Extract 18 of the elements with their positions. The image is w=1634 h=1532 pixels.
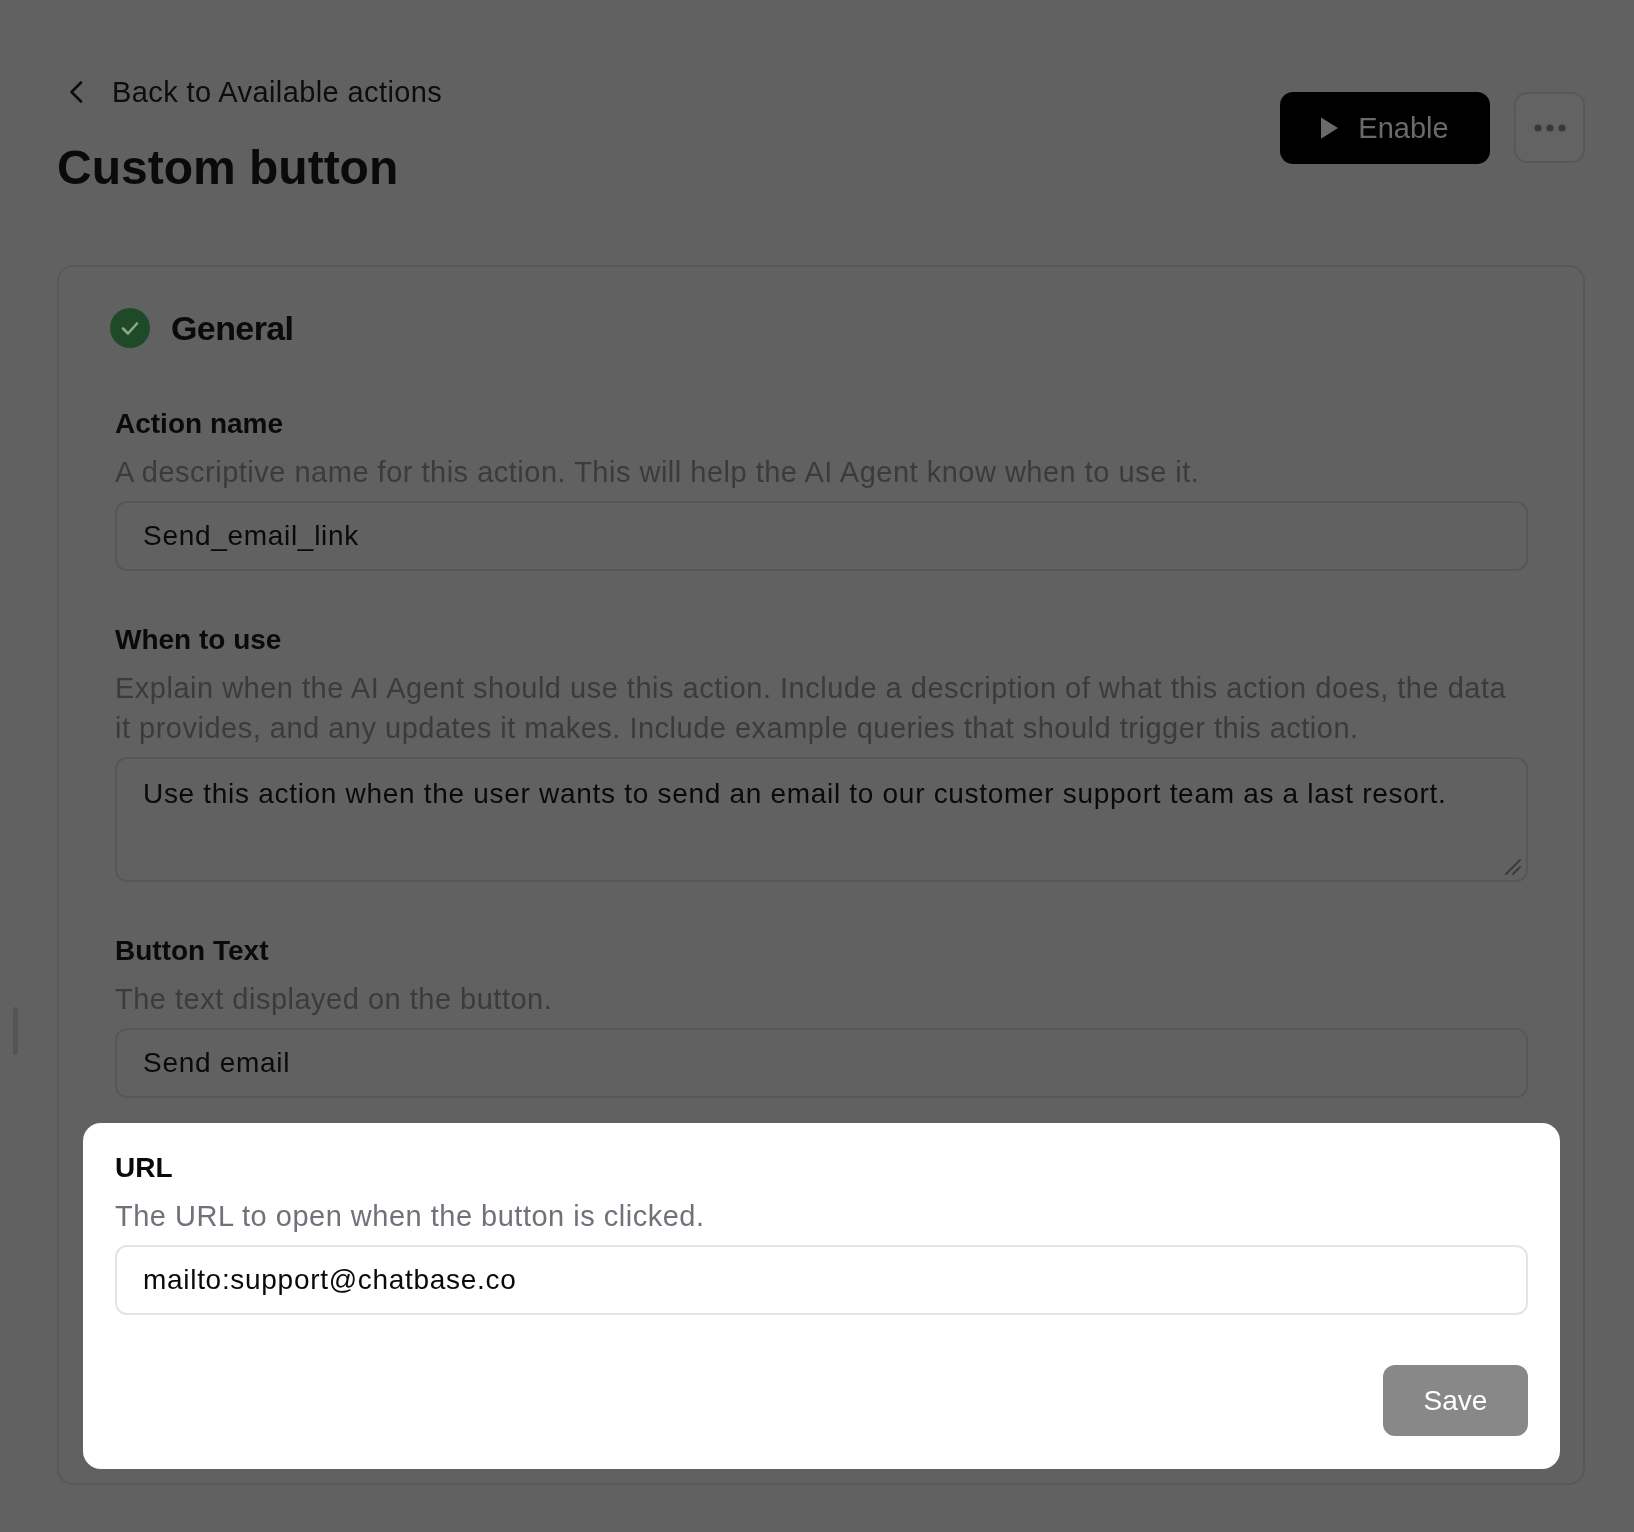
more-icon bbox=[1533, 123, 1566, 132]
back-link[interactable]: Back to Available actions bbox=[57, 75, 443, 109]
text-field[interactable]: Send_email_link bbox=[115, 501, 1528, 571]
page-title: Custom button bbox=[57, 140, 400, 196]
field-label: Button Text bbox=[115, 934, 270, 968]
textarea-field[interactable]: Use this action when the user wants to send an email to our customer support team as a last resort. bbox=[115, 757, 1528, 882]
field-label: URL bbox=[115, 1151, 174, 1185]
field-label: When to use bbox=[115, 623, 283, 657]
section-title: General bbox=[171, 308, 294, 348]
more-button[interactable] bbox=[1514, 92, 1585, 163]
text-field[interactable]: mailto:support@chatbase.co bbox=[115, 1245, 1528, 1315]
enable-button[interactable]: Enable bbox=[1280, 92, 1490, 164]
play-icon bbox=[1321, 117, 1339, 139]
field-label: Action name bbox=[115, 407, 285, 441]
resize-grip-icon[interactable] bbox=[1505, 859, 1521, 875]
field-description: The URL to open when the button is clicked. bbox=[115, 1199, 706, 1234]
chevron-left-icon bbox=[69, 81, 83, 103]
text-field[interactable]: Send email bbox=[115, 1028, 1528, 1098]
